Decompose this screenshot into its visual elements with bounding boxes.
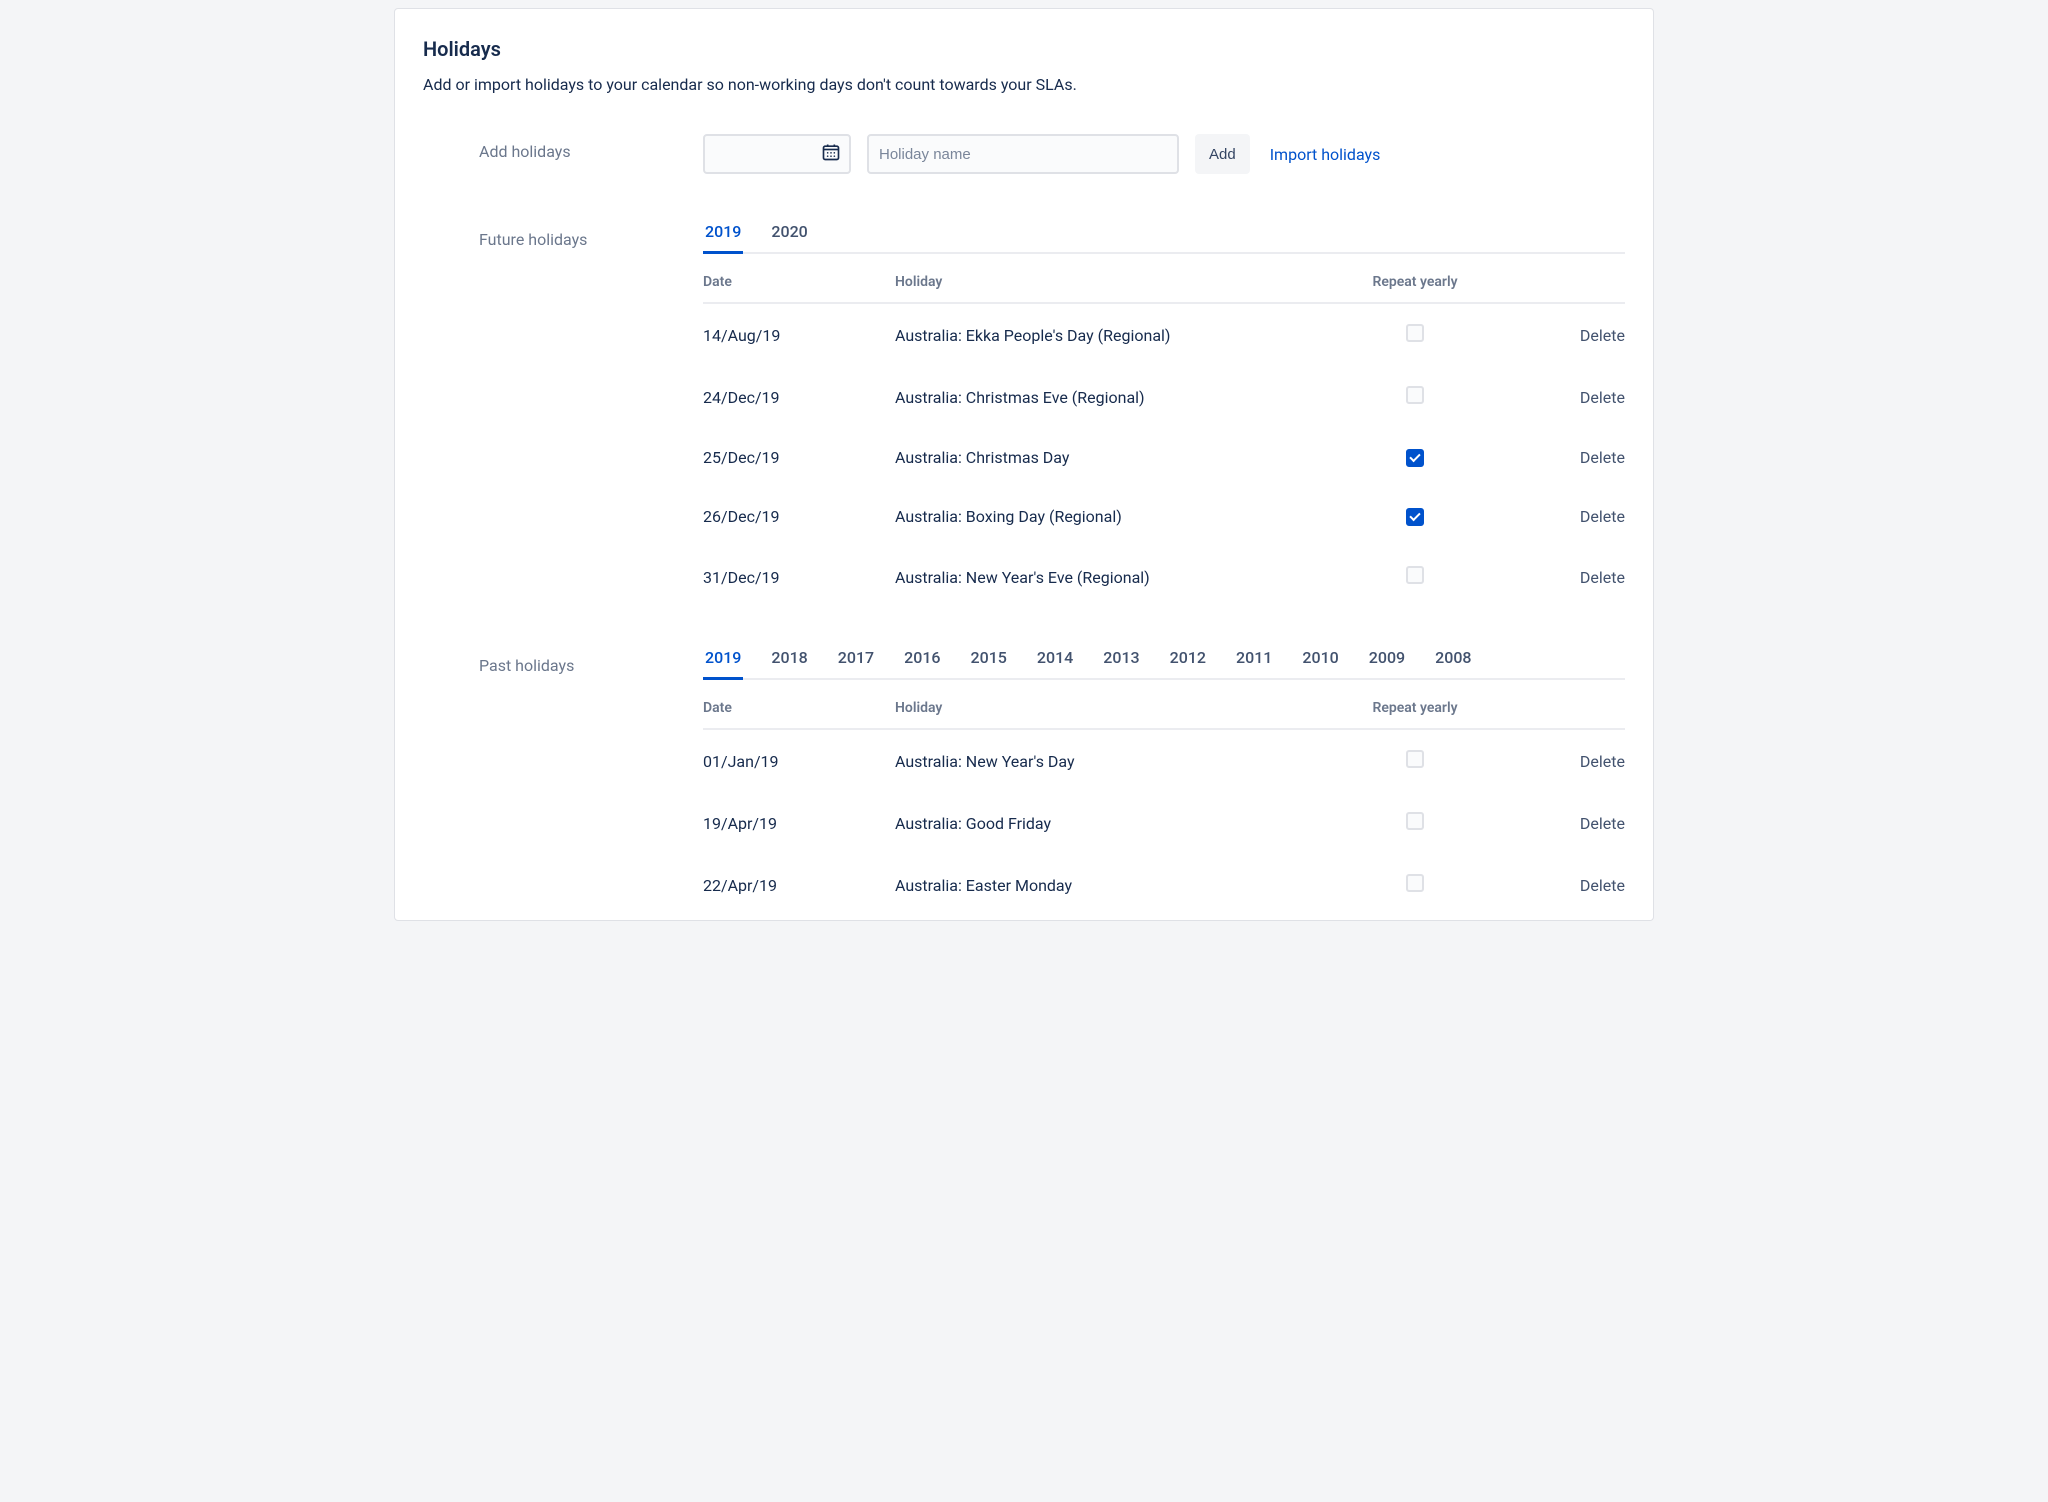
future-holidays-label: Future holidays: [423, 222, 703, 608]
delete-link[interactable]: Delete: [1580, 326, 1625, 345]
holidays-panel: Holidays Add or import holidays to your …: [394, 8, 1654, 921]
col-holiday-header: Holiday: [895, 274, 1325, 290]
delete-link[interactable]: Delete: [1580, 568, 1625, 587]
cell-holiday: Australia: Easter Monday: [895, 876, 1325, 895]
import-holidays-link[interactable]: Import holidays: [1270, 145, 1381, 164]
col-date-header: Date: [703, 274, 895, 290]
table-row: 01/Jan/19Australia: New Year's Day Delete: [703, 730, 1625, 792]
tab-2008[interactable]: 2008: [1433, 648, 1473, 680]
add-button[interactable]: Add: [1195, 134, 1250, 174]
cell-holiday: Australia: New Year's Eve (Regional): [895, 568, 1325, 587]
past-holidays-section: Past holidays 20192018201720162015201420…: [423, 648, 1625, 920]
cell-repeat: [1325, 324, 1505, 346]
past-table-header: Date Holiday Repeat yearly: [703, 680, 1625, 730]
table-row: 24/Dec/19Australia: Christmas Eve (Regio…: [703, 366, 1625, 428]
tab-2018[interactable]: 2018: [769, 648, 809, 680]
repeat-checkbox[interactable]: [1406, 324, 1424, 342]
tab-2011[interactable]: 2011: [1234, 648, 1274, 680]
cell-holiday: Australia: New Year's Day: [895, 752, 1325, 771]
cell-holiday: Australia: Christmas Day: [895, 448, 1325, 467]
add-holidays-row: Add holidays Add Import holidays: [423, 134, 1625, 174]
page-title: Holidays: [423, 37, 1625, 61]
tab-2013[interactable]: 2013: [1101, 648, 1141, 680]
delete-link[interactable]: Delete: [1580, 814, 1625, 833]
future-rows: 14/Aug/19Australia: Ekka People's Day (R…: [703, 304, 1625, 608]
tab-2010[interactable]: 2010: [1300, 648, 1340, 680]
holiday-date-input[interactable]: [703, 134, 851, 174]
tab-2014[interactable]: 2014: [1035, 648, 1075, 680]
future-tabs: 2019 2020: [703, 222, 1625, 254]
past-rows: 01/Jan/19Australia: New Year's Day Delete…: [703, 730, 1625, 916]
cell-holiday: Australia: Ekka People's Day (Regional): [895, 326, 1325, 345]
cell-repeat: [1325, 448, 1505, 467]
repeat-checkbox[interactable]: [1406, 386, 1424, 404]
tab-2015[interactable]: 2015: [969, 648, 1009, 680]
cell-date: 19/Apr/19: [703, 814, 895, 833]
cell-date: 31/Dec/19: [703, 568, 895, 587]
cell-repeat: [1325, 812, 1505, 834]
repeat-checkbox[interactable]: [1406, 874, 1424, 892]
table-row: 22/Apr/19Australia: Easter Monday Delete: [703, 854, 1625, 916]
cell-date: 22/Apr/19: [703, 876, 895, 895]
holiday-name-input[interactable]: [867, 134, 1179, 174]
cell-date: 25/Dec/19: [703, 448, 895, 467]
cell-repeat: [1325, 566, 1505, 588]
col-repeat-header: Repeat yearly: [1325, 274, 1505, 290]
table-row: 25/Dec/19Australia: Christmas Day Delete: [703, 428, 1625, 487]
col-date-header: Date: [703, 700, 895, 716]
future-holidays-section: Future holidays 2019 2020 Date Holiday Re…: [423, 222, 1625, 608]
tab-2012[interactable]: 2012: [1168, 648, 1208, 680]
col-repeat-header: Repeat yearly: [1325, 700, 1505, 716]
add-holidays-label: Add holidays: [423, 134, 703, 174]
col-holiday-header: Holiday: [895, 700, 1325, 716]
table-row: 19/Apr/19Australia: Good Friday Delete: [703, 792, 1625, 854]
tab-2019[interactable]: 2019: [703, 222, 743, 254]
past-tabs: 2019 2018 2017 2016 2015 2014 2013 2012 2011 2010…: [703, 648, 1625, 680]
repeat-checkbox[interactable]: [1406, 449, 1424, 467]
cell-repeat: [1325, 750, 1505, 772]
table-row: 31/Dec/19Australia: New Year's Eve (Regi…: [703, 546, 1625, 608]
repeat-checkbox[interactable]: [1406, 508, 1424, 526]
future-table-header: Date Holiday Repeat yearly: [703, 254, 1625, 304]
tab-2020[interactable]: 2020: [769, 222, 809, 254]
table-row: 26/Dec/19Australia: Boxing Day (Regional…: [703, 487, 1625, 546]
repeat-checkbox[interactable]: [1406, 812, 1424, 830]
cell-date: 26/Dec/19: [703, 507, 895, 526]
tab-2009[interactable]: 2009: [1367, 648, 1407, 680]
delete-link[interactable]: Delete: [1580, 448, 1625, 467]
cell-holiday: Australia: Good Friday: [895, 814, 1325, 833]
table-row: 14/Aug/19Australia: Ekka People's Day (R…: [703, 304, 1625, 366]
date-input-wrap: [703, 134, 851, 174]
page-description: Add or import holidays to your calendar …: [423, 75, 1625, 94]
tab-2017[interactable]: 2017: [836, 648, 876, 680]
tab-2019[interactable]: 2019: [703, 648, 743, 680]
cell-repeat: [1325, 386, 1505, 408]
delete-link[interactable]: Delete: [1580, 876, 1625, 895]
cell-holiday: Australia: Boxing Day (Regional): [895, 507, 1325, 526]
tab-2016[interactable]: 2016: [902, 648, 942, 680]
cell-repeat: [1325, 874, 1505, 896]
past-holidays-label: Past holidays: [423, 648, 703, 916]
cell-repeat: [1325, 507, 1505, 526]
cell-holiday: Australia: Christmas Eve (Regional): [895, 388, 1325, 407]
delete-link[interactable]: Delete: [1580, 752, 1625, 771]
cell-date: 01/Jan/19: [703, 752, 895, 771]
repeat-checkbox[interactable]: [1406, 750, 1424, 768]
delete-link[interactable]: Delete: [1580, 507, 1625, 526]
repeat-checkbox[interactable]: [1406, 566, 1424, 584]
cell-date: 14/Aug/19: [703, 326, 895, 345]
delete-link[interactable]: Delete: [1580, 388, 1625, 407]
cell-date: 24/Dec/19: [703, 388, 895, 407]
